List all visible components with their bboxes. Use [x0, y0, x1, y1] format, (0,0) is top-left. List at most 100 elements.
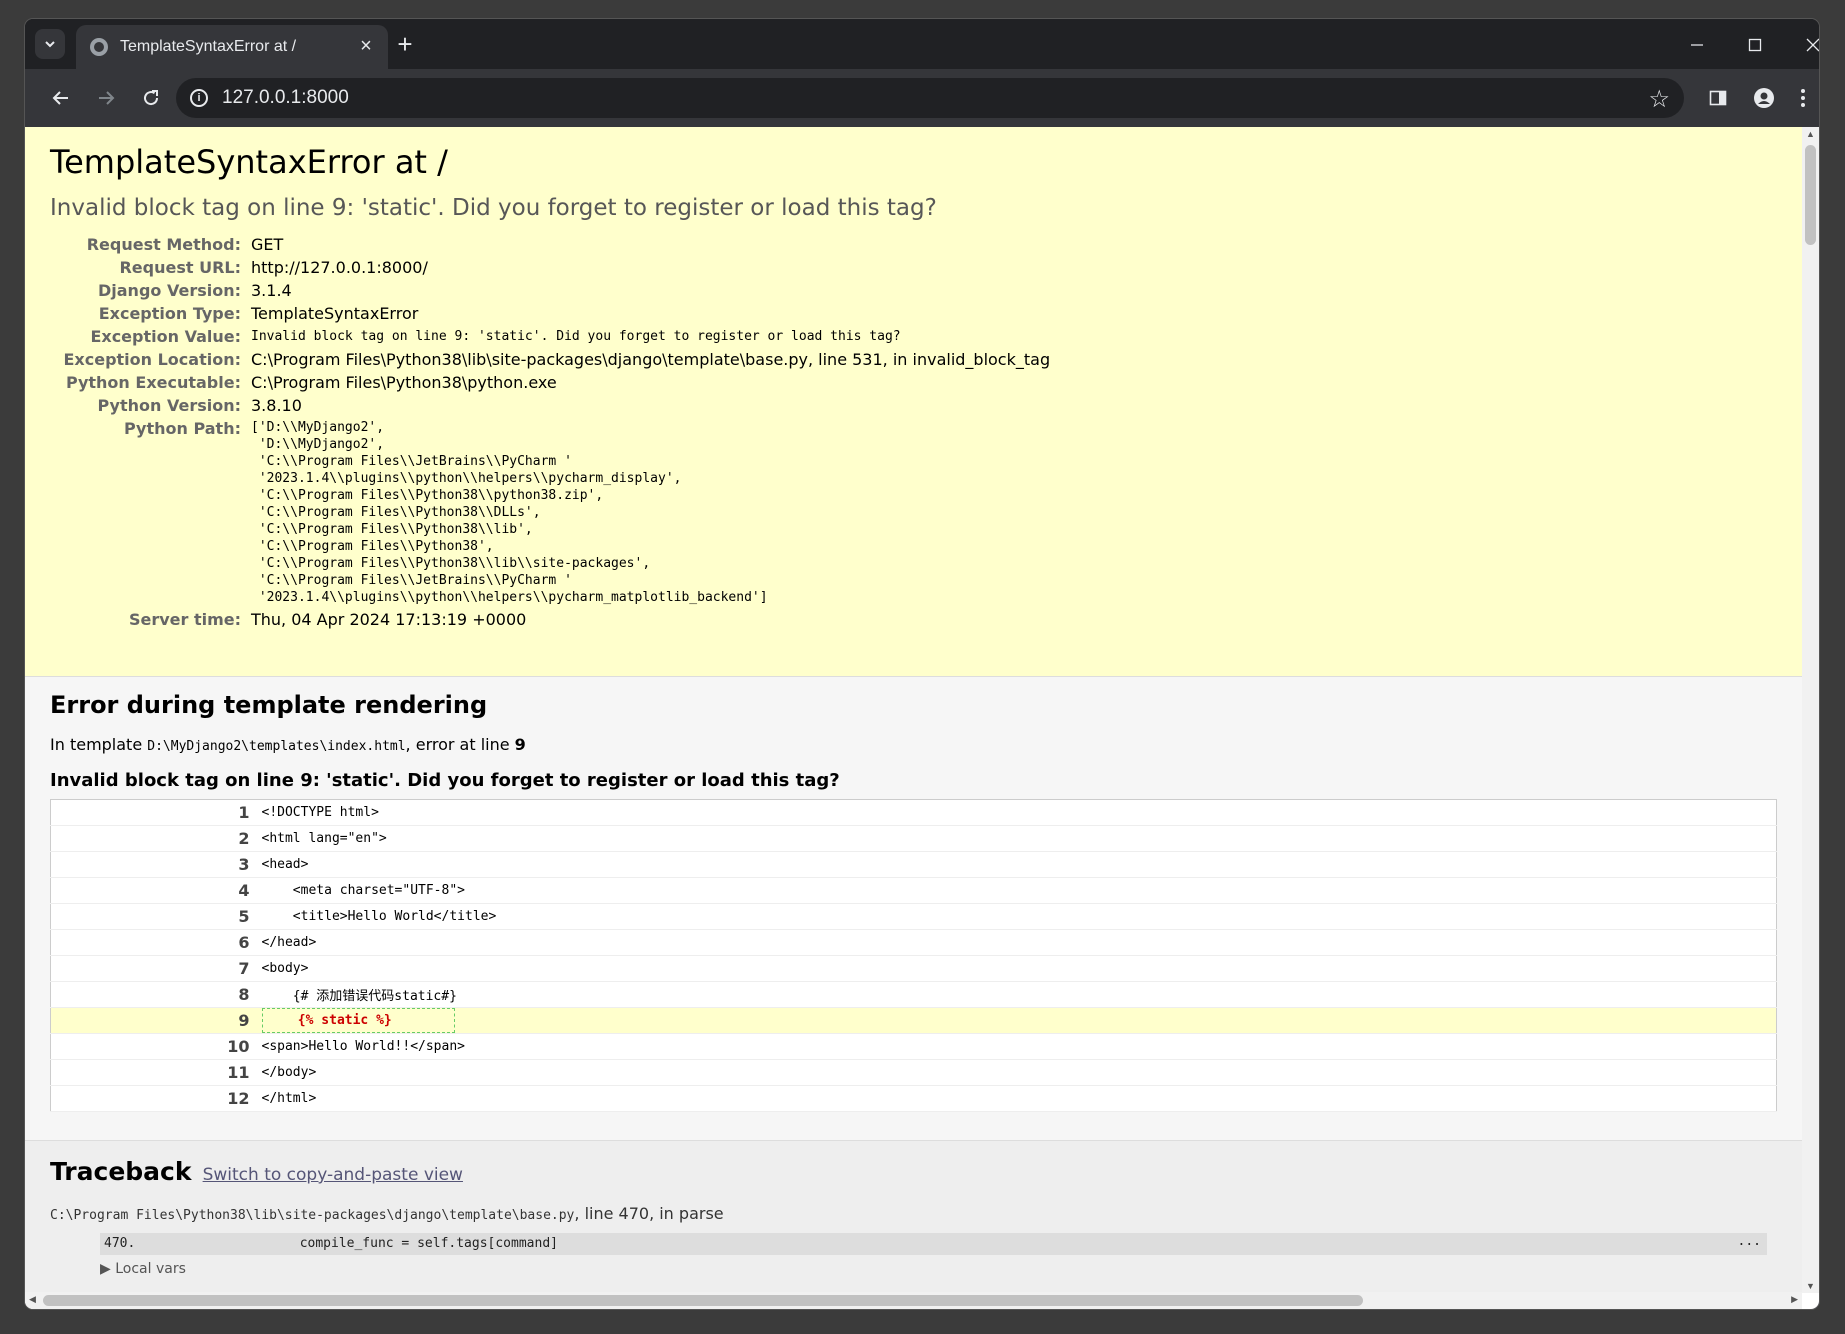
scroll-right-icon[interactable]: ▶ [1791, 1294, 1798, 1305]
back-button[interactable] [45, 82, 77, 114]
line-code: <html lang="en"> [257, 825, 1777, 852]
meta-label: Request URL: [119, 258, 241, 277]
source-line: 2 <html lang="en"> [50, 825, 1777, 852]
tab-active[interactable]: TemplateSyntaxError at / × [76, 25, 388, 69]
template-path: D:\MyDjango2\templates\index.html [147, 739, 406, 754]
address-bar[interactable]: i 127.0.0.1:8000 ☆ [176, 78, 1684, 118]
reload-icon [144, 90, 159, 106]
close-window-button[interactable] [1795, 31, 1819, 59]
meta-label: Exception Value: [90, 327, 241, 346]
bookmark-star-icon[interactable]: ☆ [1648, 85, 1670, 114]
meta-row: Exception Location: C:\Program Files\Pyth… [50, 348, 1050, 371]
meta-value: 3.1.4 [251, 281, 292, 300]
meta-label: Exception Location: [63, 350, 241, 369]
meta-value: TemplateSyntaxError [251, 304, 419, 323]
profile-icon [1754, 88, 1774, 108]
error-summary: TemplateSyntaxError at / Invalid block t… [25, 127, 1802, 677]
line-code: </head> [257, 929, 1777, 956]
meta-label: Exception Type: [98, 304, 241, 323]
meta-value: C:\Program Files\Python38\lib\site-packa… [251, 350, 1051, 369]
page-viewport: TemplateSyntaxError at / Invalid block t… [25, 127, 1819, 1309]
meta-row: Python Executable: C:\Program Files\Pytho… [50, 371, 1050, 394]
line-number: 10 [50, 1033, 258, 1060]
scroll-up-icon[interactable]: ▲ [1802, 129, 1819, 139]
error-title: TemplateSyntaxError at / [50, 143, 448, 181]
traceback-frame: C:\Program Files\Python38\lib\site-packa… [50, 1204, 1777, 1223]
more-vertical-icon [1801, 89, 1805, 107]
arrow-left-icon [52, 91, 68, 105]
profile-button[interactable] [1748, 82, 1780, 114]
vertical-scrollbar[interactable]: ▲ ▼ [1802, 127, 1819, 1293]
source-line: 6 </head> [50, 929, 1777, 956]
template-error-heading: Error during template rendering [50, 691, 488, 719]
expand-context-icon[interactable]: ... [1738, 1231, 1761, 1253]
tab-search-button[interactable] [35, 29, 65, 59]
source-line: 10 <span>Hello World!!</span> [50, 1033, 1777, 1060]
menu-button[interactable] [1787, 82, 1819, 114]
scroll-left-icon[interactable]: ◀ [29, 1294, 36, 1305]
meta-value: http://127.0.0.1:8000/ [251, 258, 428, 277]
traceback-line-code: compile_func = self.tags[command] [299, 1236, 558, 1251]
meta-value: 3.8.10 [251, 396, 302, 415]
forward-button[interactable] [90, 82, 122, 114]
site-info-icon[interactable]: i [190, 89, 208, 107]
local-vars-label: Local vars [115, 1261, 186, 1277]
template-location: In template D:\MyDjango2\templates\index… [50, 735, 1777, 754]
frame-info: , line 470, in parse [574, 1204, 724, 1223]
meta-label: Python Version: [97, 396, 241, 415]
line-number: 7 [50, 955, 258, 982]
line-code: <span>Hello World!!</span> [257, 1033, 1777, 1060]
tab-title: TemplateSyntaxError at / [120, 38, 297, 55]
meta-row: Django Version: 3.1.4 [50, 279, 1050, 302]
line-code: <body> [257, 955, 1777, 982]
meta-value: C:\Program Files\Python38\python.exe [251, 373, 557, 392]
scroll-down-icon[interactable]: ▼ [1802, 1281, 1819, 1291]
error-message: Invalid block tag on line 9: 'static'. D… [50, 195, 937, 221]
vertical-scroll-thumb[interactable] [1805, 145, 1816, 245]
tab-strip: TemplateSyntaxError at / × + [25, 19, 1819, 69]
switch-copy-paste-link[interactable]: Switch to copy-and-paste view [203, 1165, 463, 1185]
horizontal-scroll-thumb[interactable] [43, 1295, 1363, 1306]
browser-toolbar: i 127.0.0.1:8000 ☆ [25, 69, 1819, 127]
traceback-context-line[interactable]: 470. compile_func = self.tags[command]..… [100, 1233, 1767, 1255]
line-code: <title>Hello World</title> [257, 903, 1777, 930]
template-location-mid: , error at line [405, 735, 515, 754]
maximize-button[interactable] [1737, 31, 1773, 59]
template-source-table: 1 <!DOCTYPE html> 2 <html lang="en"> 3 <hea… [50, 799, 1777, 1112]
tab-close-icon[interactable]: × [356, 36, 376, 57]
meta-row: Exception Value: Invalid block tag on lin… [50, 325, 1050, 348]
source-line: 12 </html> [50, 1085, 1777, 1112]
line-code: {% static %} [257, 1007, 1777, 1034]
minimize-button[interactable] [1679, 31, 1715, 59]
source-line: 7 <body> [50, 955, 1777, 982]
line-number: 2 [50, 825, 258, 852]
meta-row: Request Method: GET [50, 233, 1050, 256]
source-line: 5 <title>Hello World</title> [50, 903, 1777, 930]
python-path-list: ['D:\\MyDjango2', 'D:\\MyDjango2', 'C:\\… [251, 420, 768, 605]
template-error-section: Error during template rendering In templ… [25, 677, 1802, 1141]
line-number: 11 [50, 1059, 258, 1086]
line-code: <meta charset="UTF-8"> [257, 877, 1777, 904]
source-line: 1 <!DOCTYPE html> [50, 799, 1777, 826]
local-vars-toggle[interactable]: ▶ Local vars [100, 1261, 1777, 1277]
line-number: 1 [50, 799, 258, 826]
source-line: 8 {# 添加错误代码static#} [50, 981, 1777, 1008]
side-panel-button[interactable] [1702, 82, 1734, 114]
reload-button[interactable] [135, 82, 167, 114]
side-panel-icon [1709, 90, 1727, 106]
url-text: 127.0.0.1:8000 [222, 87, 349, 108]
source-line: 4 <meta charset="UTF-8"> [50, 877, 1777, 904]
line-code: {# 添加错误代码static#} [257, 981, 1777, 1008]
horizontal-scrollbar[interactable]: ◀ ▶ [25, 1292, 1802, 1309]
source-line: 3 <head> [50, 851, 1777, 878]
template-error-message: Invalid block tag on line 9: 'static'. D… [50, 770, 840, 791]
source-line-error: 9 {% static %} [50, 1007, 1777, 1034]
browser-window: TemplateSyntaxError at / × + i 127.0.0.1… [25, 19, 1819, 1309]
meta-label: Request Method: [86, 235, 241, 254]
template-error-line: 9 [514, 735, 526, 754]
django-error-page: TemplateSyntaxError at / Invalid block t… [25, 127, 1802, 1309]
line-number: 9 [50, 1007, 258, 1034]
source-line: 11 </body> [50, 1059, 1777, 1086]
new-tab-button[interactable]: + [390, 30, 420, 60]
chevron-down-icon [45, 41, 55, 48]
